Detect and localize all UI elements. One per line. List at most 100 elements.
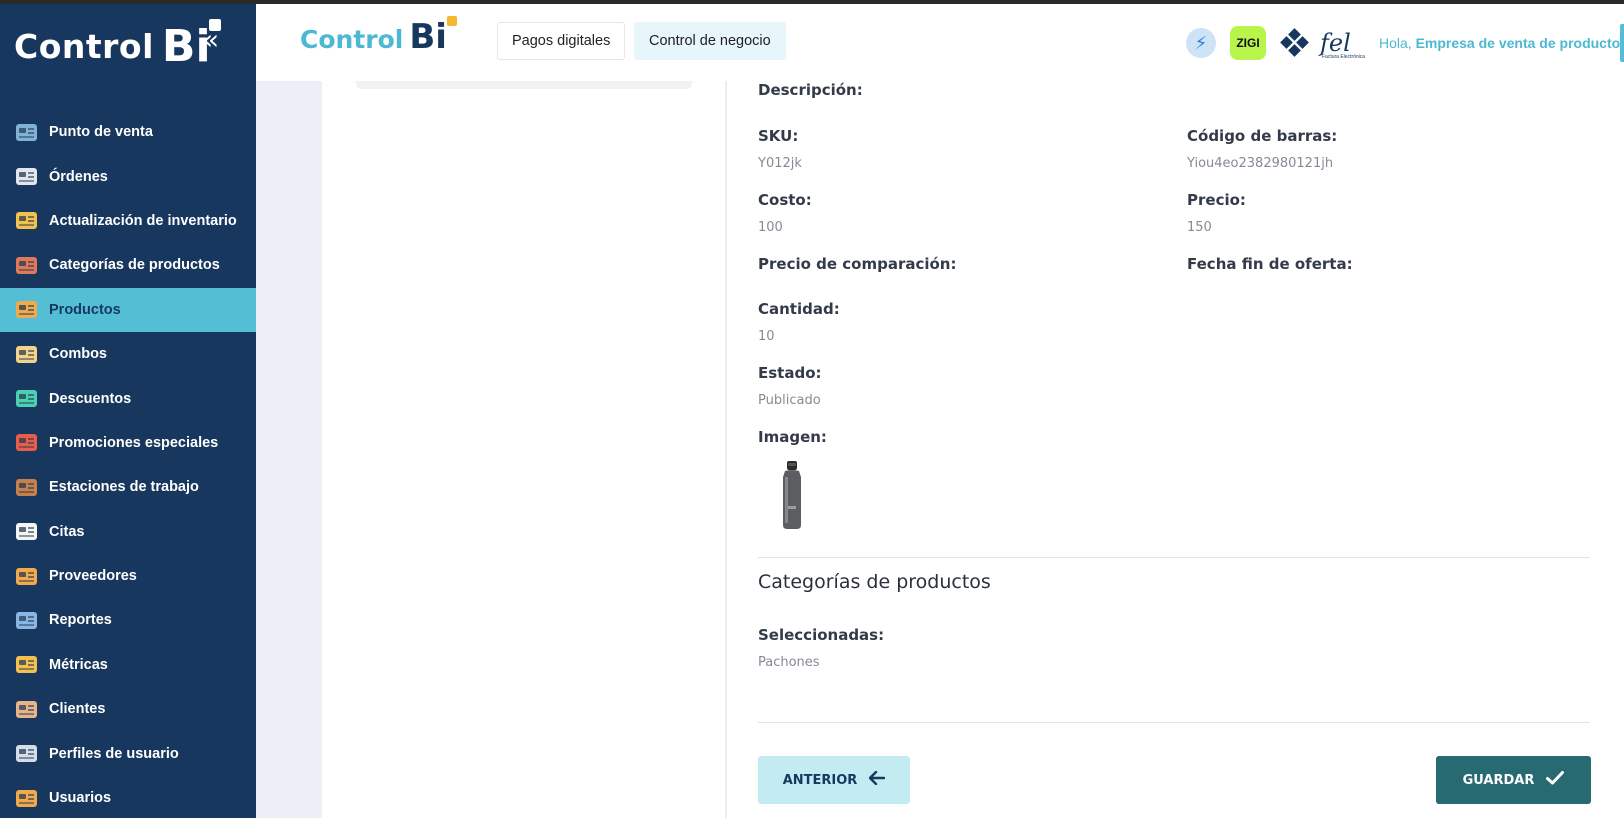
inventory-icon bbox=[14, 208, 39, 233]
lightning-bolt-icon[interactable]: ⚡ bbox=[1186, 28, 1216, 58]
sidebar-item-label: Promociones especiales bbox=[49, 434, 219, 451]
metrics-icon bbox=[14, 652, 39, 677]
tab-control-de-negocio[interactable]: Control de negocio bbox=[634, 22, 786, 60]
header-right-edge bbox=[1620, 24, 1624, 62]
sidebar-item-label: Órdenes bbox=[49, 168, 108, 185]
product-detail-panel: Descripción: SKU: Y012jk Código de barra… bbox=[727, 81, 1624, 818]
clients-icon bbox=[14, 697, 39, 722]
product-bottle-image[interactable] bbox=[780, 461, 804, 529]
actions-divider bbox=[758, 722, 1590, 723]
previous-button[interactable]: ANTERIOR bbox=[758, 756, 910, 804]
top-header: Control Bi Pagos digitales Control de ne… bbox=[256, 4, 1624, 81]
sidebar-item-metricas[interactable]: Métricas bbox=[0, 643, 256, 687]
sidebar-nav: Punto de venta Órdenes Actualización de in… bbox=[0, 110, 256, 818]
sidebar-item-label: Productos bbox=[49, 301, 121, 318]
quantity-value: 10 bbox=[758, 329, 775, 344]
sidebar-item-label: Reportes bbox=[49, 612, 112, 629]
selected-categories-label: Seleccionadas: bbox=[758, 626, 885, 644]
save-button-label: GUARDAR bbox=[1462, 772, 1535, 788]
sidebar-logo-control: Control bbox=[14, 26, 154, 66]
sidebar-item-punto-de-venta[interactable]: Punto de venta bbox=[0, 110, 256, 154]
promo-tag-icon bbox=[14, 430, 39, 455]
save-button[interactable]: GUARDAR bbox=[1436, 756, 1591, 804]
sidebar-item-productos[interactable]: Productos bbox=[0, 287, 256, 332]
combos-icon bbox=[14, 342, 39, 367]
sidebar-item-proveedores[interactable]: Proveedores bbox=[0, 554, 256, 598]
sidebar-item-label: Punto de venta bbox=[49, 124, 153, 141]
sidebar-item-descuentos[interactable]: Descuentos bbox=[0, 376, 256, 420]
sidebar-item-actualizacion-de-inventario[interactable]: Actualización de inventario bbox=[0, 199, 256, 243]
sidebar-item-label: Clientes bbox=[49, 701, 106, 718]
header-logo-bi: Bi bbox=[409, 16, 457, 54]
compare-price-label: Precio de comparación: bbox=[758, 255, 957, 273]
sidebar-item-reportes[interactable]: Reportes bbox=[0, 598, 256, 642]
sidebar-item-clientes[interactable]: Clientes bbox=[0, 687, 256, 731]
cost-value: 100 bbox=[758, 220, 783, 235]
sidebar-item-label: Estaciones de trabajo bbox=[49, 479, 199, 496]
image-label: Imagen: bbox=[758, 428, 827, 446]
products-icon bbox=[14, 297, 39, 322]
sidebar-item-estaciones-de-trabajo[interactable]: Estaciones de trabajo bbox=[0, 465, 256, 509]
cash-register-icon bbox=[14, 120, 39, 145]
categories-section-title: Categorías de productos bbox=[758, 571, 991, 593]
sidebar-item-ordenes[interactable]: Órdenes bbox=[0, 154, 256, 198]
barcode-value: Yiou4eo2382980121jh bbox=[1187, 156, 1334, 171]
categories-icon bbox=[14, 253, 39, 278]
description-label: Descripción: bbox=[758, 81, 863, 99]
previous-button-label: ANTERIOR bbox=[782, 772, 858, 788]
left-panel-card-stub bbox=[356, 81, 692, 89]
status-value: Publicado bbox=[758, 393, 821, 408]
cost-label: Costo: bbox=[758, 191, 812, 209]
sidebar-item-label: Perfiles de usuario bbox=[49, 745, 179, 762]
header-logo[interactable]: Control Bi bbox=[300, 16, 457, 54]
section-divider bbox=[758, 557, 1590, 558]
offer-end-label: Fecha fin de oferta: bbox=[1187, 255, 1353, 273]
checkmark-icon bbox=[1546, 771, 1565, 789]
diamond-grid-icon[interactable] bbox=[1280, 28, 1309, 57]
reports-icon bbox=[14, 608, 39, 633]
tab-pagos-digitales[interactable]: Pagos digitales bbox=[497, 22, 626, 60]
user-greeting[interactable]: Hola, Empresa de venta de productos bbox=[1379, 35, 1624, 51]
header-integrations: ⚡ ZIGI fel Factura Electrónica bbox=[1186, 26, 1365, 60]
users-icon bbox=[14, 786, 39, 811]
selected-categories-value: Pachones bbox=[758, 655, 820, 670]
sidebar-item-label: Descuentos bbox=[49, 390, 132, 407]
sidebar-item-promociones-especiales[interactable]: Promociones especiales bbox=[0, 421, 256, 465]
sidebar-item-label: Citas bbox=[49, 523, 85, 540]
sidebar-item-label: Actualización de inventario bbox=[49, 212, 237, 229]
sidebar-item-label: Métricas bbox=[49, 656, 108, 673]
sidebar-logo[interactable]: Control Bi bbox=[14, 18, 221, 74]
suppliers-icon bbox=[14, 564, 39, 589]
sidebar-item-usuarios[interactable]: Usuarios bbox=[0, 776, 256, 818]
sidebar-item-label: Categorías de productos bbox=[49, 257, 220, 274]
sidebar: Control Bi « Punto de venta Órdenes Actual… bbox=[0, 4, 256, 818]
workstation-icon bbox=[14, 475, 39, 500]
status-label: Estado: bbox=[758, 364, 822, 382]
calendar-icon bbox=[14, 519, 39, 544]
sidebar-item-combos[interactable]: Combos bbox=[0, 332, 256, 376]
price-label: Precio: bbox=[1187, 191, 1246, 209]
sidebar-item-label: Usuarios bbox=[49, 790, 112, 807]
left-panel bbox=[322, 81, 726, 818]
collapse-sidebar-icon[interactable]: « bbox=[202, 26, 219, 54]
header-logo-control: Control bbox=[300, 25, 404, 54]
arrow-left-icon bbox=[869, 770, 886, 789]
window-top-strip bbox=[0, 0, 1624, 4]
sku-value: Y012jk bbox=[758, 156, 802, 171]
company-name: Empresa de venta de productos bbox=[1415, 35, 1624, 51]
sku-label: SKU: bbox=[758, 127, 799, 145]
user-profile-icon bbox=[14, 741, 39, 766]
logo-dot-icon bbox=[446, 16, 457, 26]
barcode-label: Código de barras: bbox=[1187, 127, 1338, 145]
sidebar-item-citas[interactable]: Citas bbox=[0, 510, 256, 554]
discount-icon bbox=[14, 386, 39, 411]
zigi-logo-icon[interactable]: ZIGI bbox=[1230, 26, 1266, 60]
quantity-label: Cantidad: bbox=[758, 300, 840, 318]
orders-icon bbox=[14, 164, 39, 189]
fel-logo-icon[interactable]: fel Factura Electrónica bbox=[1320, 31, 1365, 60]
sidebar-item-label: Proveedores bbox=[49, 568, 137, 585]
sidebar-item-perfiles-de-usuario[interactable]: Perfiles de usuario bbox=[0, 731, 256, 775]
sidebar-item-categorias-de-productos[interactable]: Categorías de productos bbox=[0, 243, 256, 287]
sidebar-item-label: Combos bbox=[49, 346, 107, 363]
price-value: 150 bbox=[1187, 220, 1212, 235]
